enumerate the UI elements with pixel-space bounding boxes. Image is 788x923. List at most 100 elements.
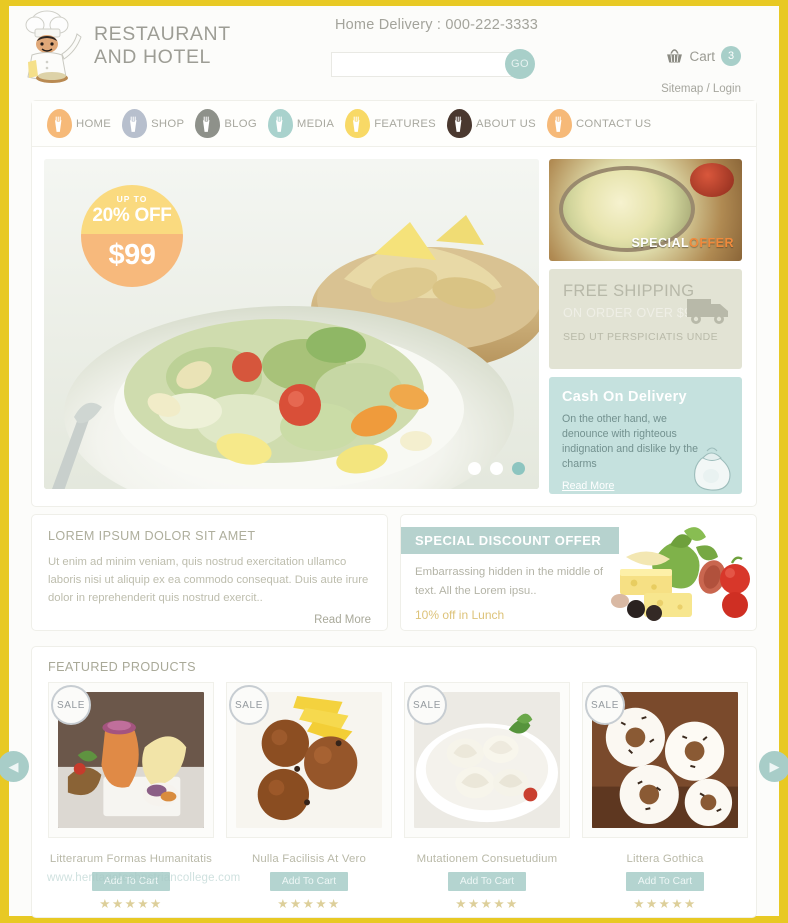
chevron-left-icon: ◀	[8, 759, 19, 774]
nav-label-home: HOME	[76, 117, 112, 130]
slider-dot-2[interactable]	[490, 462, 503, 475]
sale-badge: SALE	[51, 685, 91, 725]
tomato-image	[690, 163, 734, 197]
nav-label-contact-us: CONTACT US	[575, 117, 652, 130]
nav-item-blog[interactable]: BLOG	[195, 109, 257, 138]
product-rating-stars: ★★★★★	[277, 897, 341, 911]
nav-label-media: MEDIA	[296, 117, 335, 130]
slider-pagination	[468, 462, 525, 475]
nav-label-features: FEATURES	[374, 117, 437, 130]
nav-item-media[interactable]: MEDIA	[267, 109, 335, 138]
home-delivery-phone: Home Delivery : 000-222-3333	[335, 17, 539, 33]
product-name: Littera Gothica	[626, 853, 704, 865]
fork-icon	[447, 109, 473, 138]
nav-item-home[interactable]: HOME	[47, 109, 111, 138]
main-navigation: HOME SHOP BLOG MEDIA FEATURES ABOUT US C…	[32, 101, 756, 147]
badge-percent-text: 20% OFF	[92, 205, 172, 226]
header-meta-links: Sitemap / Login	[661, 83, 741, 95]
product-name: Nulla Facilisis At Vero	[251, 853, 367, 865]
product-card[interactable]: SALE	[48, 682, 214, 911]
cash-on-delivery-panel[interactable]: Cash On Delivery On the other hand, we d…	[549, 377, 742, 494]
product-name: Mutationem Consuetudium	[416, 853, 558, 865]
cod-body: On the other hand, we denounce with righ…	[562, 413, 699, 470]
fork-icon	[122, 109, 148, 138]
side-panels: SPECIALOFFER FREE SHIPPING ON ORDER OVER…	[549, 159, 742, 494]
sale-badge: SALE	[407, 685, 447, 725]
site-logo[interactable]: RESTAURANT AND HOTEL	[22, 8, 231, 84]
featured-products-title: FEATURED PRODUCTS	[48, 660, 196, 674]
lorem-read-more-link[interactable]: Read More	[48, 614, 371, 626]
special-offer-thumb[interactable]: SPECIALOFFER	[549, 159, 742, 261]
product-image-box[interactable]: SALE	[48, 682, 214, 838]
carousel-prev-button[interactable]: ◀	[0, 751, 29, 782]
product-card[interactable]: SALE	[404, 682, 570, 911]
featured-products-section: FEATURED PRODUCTS SALE Litterarum Formas…	[31, 646, 757, 918]
product-image-box[interactable]: SALE	[226, 682, 392, 838]
product-rating-stars: ★★★★★	[99, 897, 163, 911]
login-link[interactable]: Login	[713, 83, 741, 95]
badge-price-text: $99	[108, 239, 156, 271]
special-discount-ribbon: SPECIAL DISCOUNT OFFER	[401, 527, 619, 554]
main-card: HOME SHOP BLOG MEDIA FEATURES ABOUT US C…	[31, 100, 757, 507]
slider-zone: UP TO 20% OFF $99 SPECIALOFFER FREE SHIP…	[32, 147, 756, 506]
featured-products-grid: SALE Litterarum Formas Humanitatis Add T…	[48, 682, 756, 911]
fork-icon	[47, 109, 72, 138]
lorem-promo-body: Ut enim ad minim veniam, quis nostrud ex…	[48, 556, 369, 604]
product-card[interactable]: SALE	[226, 682, 392, 911]
slider-dot-1[interactable]	[468, 462, 481, 475]
fork-icon	[345, 109, 371, 138]
truck-icon	[687, 299, 728, 324]
cart-label: Cart	[689, 48, 715, 64]
add-to-cart-button[interactable]: Add To Cart	[92, 872, 170, 891]
lorem-promo-box: LOREM IPSUM DOLOR SIT AMET Ut enim ad mi…	[31, 514, 388, 631]
special-offer-word2: OFFER	[689, 236, 734, 250]
fork-icon	[195, 109, 221, 138]
search-go-button[interactable]: GO	[505, 49, 535, 79]
hero-slider[interactable]: UP TO 20% OFF $99	[44, 159, 539, 489]
nav-item-features[interactable]: FEATURES	[345, 109, 436, 138]
carousel-next-button[interactable]: ▶	[759, 751, 788, 782]
site-header: RESTAURANT AND HOTEL Home Delivery : 000…	[9, 6, 779, 98]
meta-separator: /	[706, 83, 710, 95]
promo-row: LOREM IPSUM DOLOR SIT AMET Ut enim ad mi…	[31, 514, 757, 631]
nav-label-about-us: ABOUT US	[476, 117, 536, 130]
slider-dot-3[interactable]	[512, 462, 525, 475]
product-image-box[interactable]: SALE	[404, 682, 570, 838]
free-shipping-panel[interactable]: FREE SHIPPING ON ORDER OVER $99 SED UT P…	[549, 269, 742, 369]
product-card[interactable]: SALE	[582, 682, 748, 911]
search-input[interactable]	[331, 51, 518, 77]
basket-icon	[667, 48, 683, 62]
sale-badge: SALE	[585, 685, 625, 725]
add-to-cart-button[interactable]: Add To Cart	[448, 872, 526, 891]
chef-icon	[25, 10, 82, 83]
sitemap-link[interactable]: Sitemap	[661, 83, 703, 95]
cod-title: Cash On Delivery	[562, 389, 687, 405]
page-frame: RESTAURANT AND HOTEL Home Delivery : 000…	[0, 0, 788, 923]
add-to-cart-button[interactable]: Add To Cart	[626, 872, 704, 891]
add-to-cart-button[interactable]: Add To Cart	[270, 872, 348, 891]
nav-item-contact-us[interactable]: CONTACT US	[546, 109, 652, 138]
nav-label-shop: SHOP	[151, 117, 185, 130]
nav-item-about-us[interactable]: ABOUT US	[447, 109, 536, 138]
nav-label-blog: BLOG	[224, 117, 257, 130]
money-bag-icon	[694, 447, 731, 491]
logo-text: RESTAURANT AND HOTEL	[94, 23, 231, 69]
cod-read-more-link[interactable]: Read More	[562, 480, 614, 492]
chevron-right-icon: ▶	[769, 759, 780, 774]
cart-widget[interactable]: Cart 3	[666, 46, 741, 66]
sale-badge: SALE	[229, 685, 269, 725]
nav-item-shop[interactable]: SHOP	[122, 109, 184, 138]
cart-count-badge: 3	[721, 46, 741, 66]
search-form[interactable]: GO	[331, 49, 535, 79]
product-name: Litterarum Formas Humanitatis	[49, 853, 213, 865]
discount-badge: UP TO 20% OFF $99	[81, 185, 183, 287]
product-image-box[interactable]: SALE	[582, 682, 748, 838]
product-rating-stars: ★★★★★	[633, 897, 697, 911]
free-shipping-note: SED UT PERSPICIATIS UNDE	[563, 331, 719, 343]
special-discount-body: Embarrassing hidden in the middle of tex…	[415, 566, 604, 597]
special-discount-box: SPECIAL DISCOUNT OFFER Embarrassing hidd…	[400, 514, 757, 631]
logo-line-1: RESTAURANT	[94, 23, 231, 45]
special-offer-word1: SPECIAL	[631, 236, 690, 250]
fork-icon	[546, 109, 572, 138]
lorem-promo-title: LOREM IPSUM DOLOR SIT AMET	[48, 529, 256, 543]
